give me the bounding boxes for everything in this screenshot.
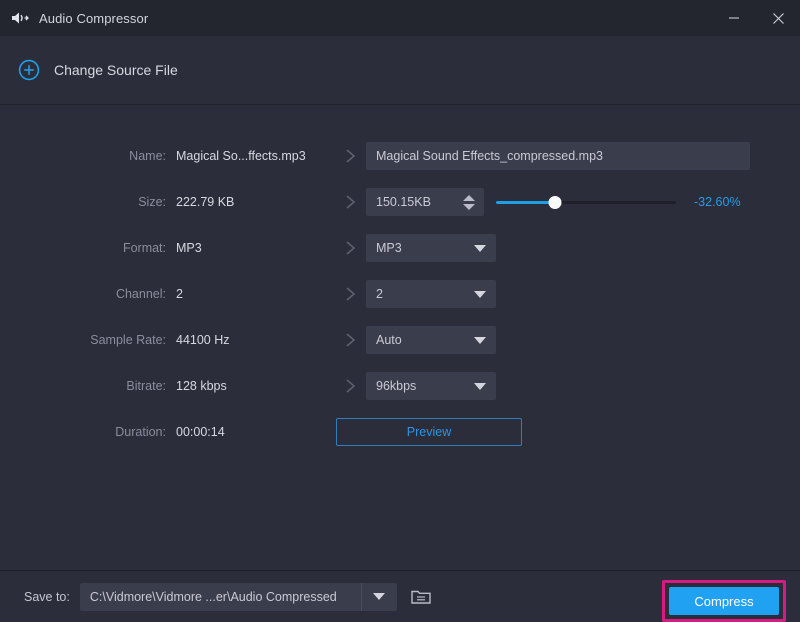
stepper-down-icon[interactable]: [463, 203, 475, 210]
slider-thumb[interactable]: [548, 195, 562, 209]
chevron-right-icon: [336, 377, 366, 395]
table-row-bitrate: Bitrate: 128 kbps 96kbps: [0, 363, 800, 409]
chevron-down-icon: [474, 382, 486, 390]
plus-circle-icon: [18, 59, 40, 81]
browse-folder-button[interactable]: [408, 584, 434, 610]
sample-rate-select-value: Auto: [376, 333, 402, 347]
stepper-buttons: [460, 188, 478, 216]
chevron-down-icon: [474, 244, 486, 252]
sample-rate-select[interactable]: Auto: [366, 326, 496, 354]
bitrate-select[interactable]: 96kbps: [366, 372, 496, 400]
sample-rate-field-cell: Auto: [366, 326, 800, 354]
format-source-value: MP3: [176, 241, 202, 255]
close-button[interactable]: [756, 0, 800, 36]
sample-rate-source-value: 44100 Hz: [176, 333, 230, 347]
table-row-size: Size: 222.79 KB 150.15KB -32.60%: [0, 179, 800, 225]
save-to-label: Save to:: [24, 589, 70, 604]
name-label: Name:: [129, 149, 166, 163]
change-source-file-bar[interactable]: Change Source File: [0, 36, 800, 105]
output-name-input[interactable]: [366, 142, 750, 170]
preview-button[interactable]: Preview: [336, 418, 522, 446]
channel-field-cell: 2: [366, 280, 800, 308]
bitrate-field-cell: 96kbps: [366, 372, 800, 400]
name-source-value: Magical So...ffects.mp3: [176, 149, 306, 163]
chevron-right-icon: [336, 239, 366, 257]
compression-slider-zone: -32.60%: [496, 194, 800, 210]
target-size-stepper[interactable]: [366, 188, 484, 216]
table-row-format: Format: MP3 MP3: [0, 225, 800, 271]
chevron-right-icon: [336, 147, 366, 165]
size-label: Size:: [138, 195, 166, 209]
window-controls: [712, 0, 800, 36]
chevron-down-icon: [373, 593, 386, 600]
save-path-group[interactable]: C:\Vidmore\Vidmore ...er\Audio Compresse…: [79, 582, 397, 611]
name-field-cell: [366, 142, 800, 170]
format-field-cell: MP3: [366, 234, 800, 262]
save-path-value[interactable]: C:\Vidmore\Vidmore ...er\Audio Compresse…: [80, 590, 361, 604]
audio-compressor-window: Audio Compressor Change Source File Name…: [0, 0, 800, 622]
duration-source-value: 00:00:14: [176, 425, 225, 439]
table-row-duration: Duration: 00:00:14 Preview: [0, 409, 800, 455]
bitrate-source-value: 128 kbps: [176, 379, 227, 393]
format-label: Format:: [122, 241, 166, 255]
bitrate-select-value: 96kbps: [376, 379, 417, 393]
minimize-button[interactable]: [712, 0, 756, 36]
channel-select[interactable]: 2: [366, 280, 496, 308]
channel-source-value: 2: [176, 287, 183, 301]
chevron-right-icon: [336, 331, 366, 349]
compression-percent-label: -32.60%: [694, 195, 741, 209]
duration-field-cell: Preview: [336, 418, 800, 446]
compress-button[interactable]: Compress: [669, 587, 779, 615]
titlebar: Audio Compressor: [0, 0, 800, 36]
stepper-up-icon[interactable]: [463, 194, 475, 201]
save-path-dropdown-button[interactable]: [360, 582, 397, 611]
chevron-down-icon: [474, 290, 486, 298]
compression-slider[interactable]: [496, 194, 676, 210]
compress-button-highlight: Compress: [662, 580, 786, 622]
chevron-right-icon: [336, 193, 366, 211]
size-source-value: 222.79 KB: [176, 195, 235, 209]
bottom-bar: Save to: C:\Vidmore\Vidmore ...er\Audio …: [0, 570, 800, 622]
target-size-input[interactable]: [366, 189, 458, 215]
change-source-file-label: Change Source File: [54, 62, 178, 78]
sample-rate-label: Sample Rate:: [90, 333, 166, 347]
format-select[interactable]: MP3: [366, 234, 496, 262]
window-title: Audio Compressor: [39, 10, 149, 26]
table-row-channel: Channel: 2 2: [0, 271, 800, 317]
settings-form: Name: Magical So...ffects.mp3 Size: 222.…: [0, 105, 800, 455]
size-field-cell: -32.60%: [366, 188, 800, 216]
main-content: Name: Magical So...ffects.mp3 Size: 222.…: [0, 105, 800, 570]
table-row-name: Name: Magical So...ffects.mp3: [0, 133, 800, 179]
channel-select-value: 2: [376, 287, 383, 301]
channel-label: Channel:: [115, 287, 166, 301]
speaker-icon: [9, 8, 31, 28]
chevron-right-icon: [336, 285, 366, 303]
format-select-value: MP3: [376, 241, 402, 255]
table-row-sample-rate: Sample Rate: 44100 Hz Auto: [0, 317, 800, 363]
duration-label: Duration:: [115, 425, 166, 439]
bitrate-label: Bitrate:: [126, 379, 166, 393]
slider-fill: [496, 200, 556, 204]
chevron-down-icon: [474, 336, 486, 344]
